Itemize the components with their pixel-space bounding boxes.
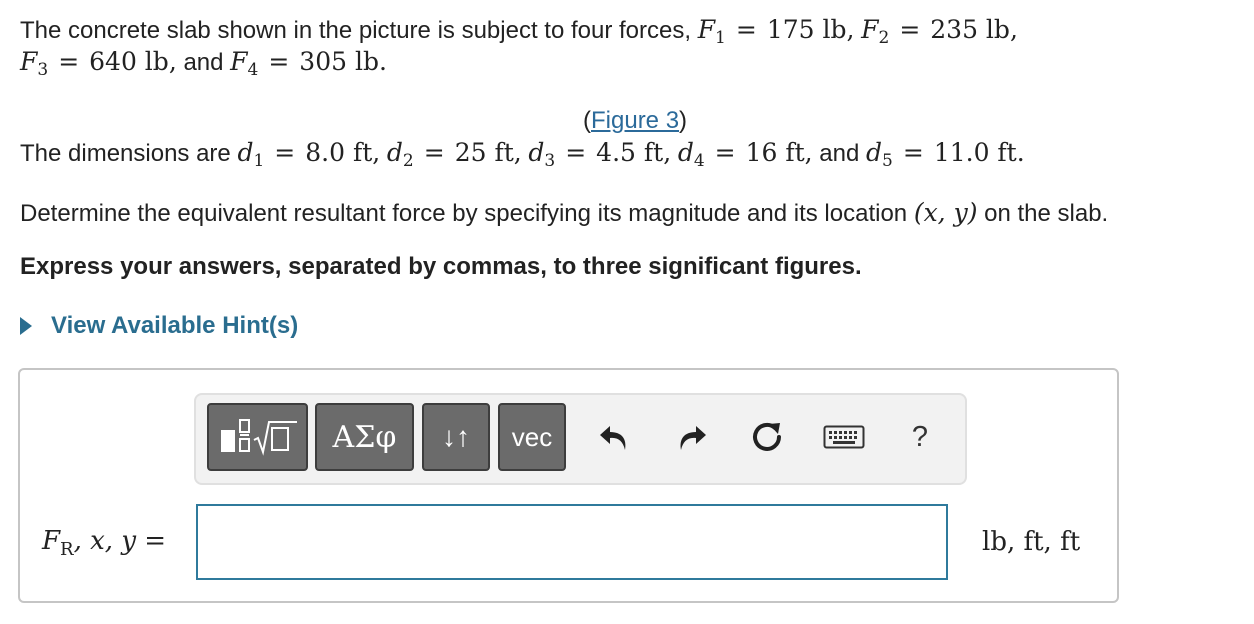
- reset-button[interactable]: [746, 416, 788, 458]
- keyboard-button[interactable]: [823, 416, 865, 458]
- dim-d3-value: 4.5 ft: [596, 138, 664, 167]
- view-hints-label: View Available Hint(s): [51, 312, 299, 339]
- answer-input[interactable]: [196, 504, 948, 580]
- dim-d4: d4 = 16 ft,: [677, 138, 813, 171]
- vec-label: vec: [511, 421, 553, 452]
- templates-icon: [220, 419, 297, 456]
- question-location: (x, y): [913, 198, 978, 227]
- force-f2: F2 = 235 lb,: [861, 15, 1018, 48]
- figure-link[interactable]: Figure 3: [591, 107, 679, 134]
- problem-question: Determine the equivalent resultant force…: [20, 197, 1108, 230]
- force-f3-value: 640 lb: [89, 47, 169, 76]
- force-f1: F1 = 175 lb,: [697, 15, 855, 48]
- greek-symbols-button[interactable]: ΑΣφ: [315, 403, 414, 471]
- question-text: Determine the equivalent resultant force…: [20, 200, 908, 227]
- updown-arrows-icon: ↓↑: [442, 421, 470, 452]
- figure-link-wrapper: (Figure 3): [583, 107, 688, 134]
- undo-icon: [600, 426, 626, 450]
- expand-triangle-icon: [20, 317, 32, 335]
- keyboard-icon: [823, 425, 865, 449]
- problem-dimensions-line: The dimensions are d1 = 8.0 ft, d2 = 25 ft, …: [20, 137, 1025, 177]
- answer-label-rest: , x, y =: [73, 526, 167, 556]
- redo-button[interactable]: [671, 416, 713, 458]
- view-hints-toggle[interactable]: View Available Hint(s): [20, 310, 298, 342]
- force-f4: F4 = 305 lb.: [230, 47, 387, 80]
- and-text: and: [183, 49, 224, 76]
- greek-symbols-label: ΑΣφ: [332, 419, 397, 455]
- templates-button[interactable]: [207, 403, 308, 471]
- answer-label-f: F: [42, 526, 61, 556]
- help-icon: ?: [911, 420, 929, 453]
- dim-d1: d1 = 8.0 ft,: [237, 138, 381, 171]
- forces-intro-text: The concrete slab shown in the picture i…: [20, 17, 692, 44]
- undo-button[interactable]: [593, 416, 635, 458]
- problem-page: The concrete slab shown in the picture i…: [0, 0, 1254, 624]
- vector-button[interactable]: vec: [498, 403, 566, 471]
- redo-icon: [680, 426, 706, 450]
- answer-instruction: Express your answers, separated by comma…: [20, 253, 862, 280]
- help-button[interactable]: ?: [905, 416, 935, 458]
- answer-label: FR, x, y =: [42, 524, 166, 567]
- answer-units: lb, ft, ft: [982, 527, 1081, 557]
- dim-d4-value: 16 ft: [745, 138, 805, 167]
- dim-d2-value: 25 ft: [454, 138, 514, 167]
- answer-label-subscript: R: [60, 539, 74, 560]
- question-text-end: on the slab.: [984, 200, 1109, 227]
- dim-d1-value: 8.0 ft: [305, 138, 373, 167]
- force-f4-value: 305 lb: [299, 47, 379, 76]
- dimensions-intro-text: The dimensions are: [20, 140, 231, 167]
- problem-forces-line-2: F3 = 640 lb, and F4 = 305 lb.: [20, 46, 387, 86]
- dim-d2: d2 = 25 ft,: [386, 138, 522, 171]
- reset-icon: [753, 422, 781, 451]
- force-f3: F3 = 640 lb,: [20, 47, 177, 80]
- force-f1-value: 175 lb: [766, 15, 847, 44]
- and-text-dims: and: [819, 140, 860, 167]
- dim-d5-value: 11.0 ft: [933, 138, 1017, 167]
- dim-d5: d5 = 11.0 ft.: [866, 138, 1025, 171]
- dim-d3: d3 = 4.5 ft,: [528, 138, 672, 171]
- force-f2-value: 235 lb: [930, 15, 1010, 44]
- subscript-superscript-button[interactable]: ↓↑: [422, 403, 490, 471]
